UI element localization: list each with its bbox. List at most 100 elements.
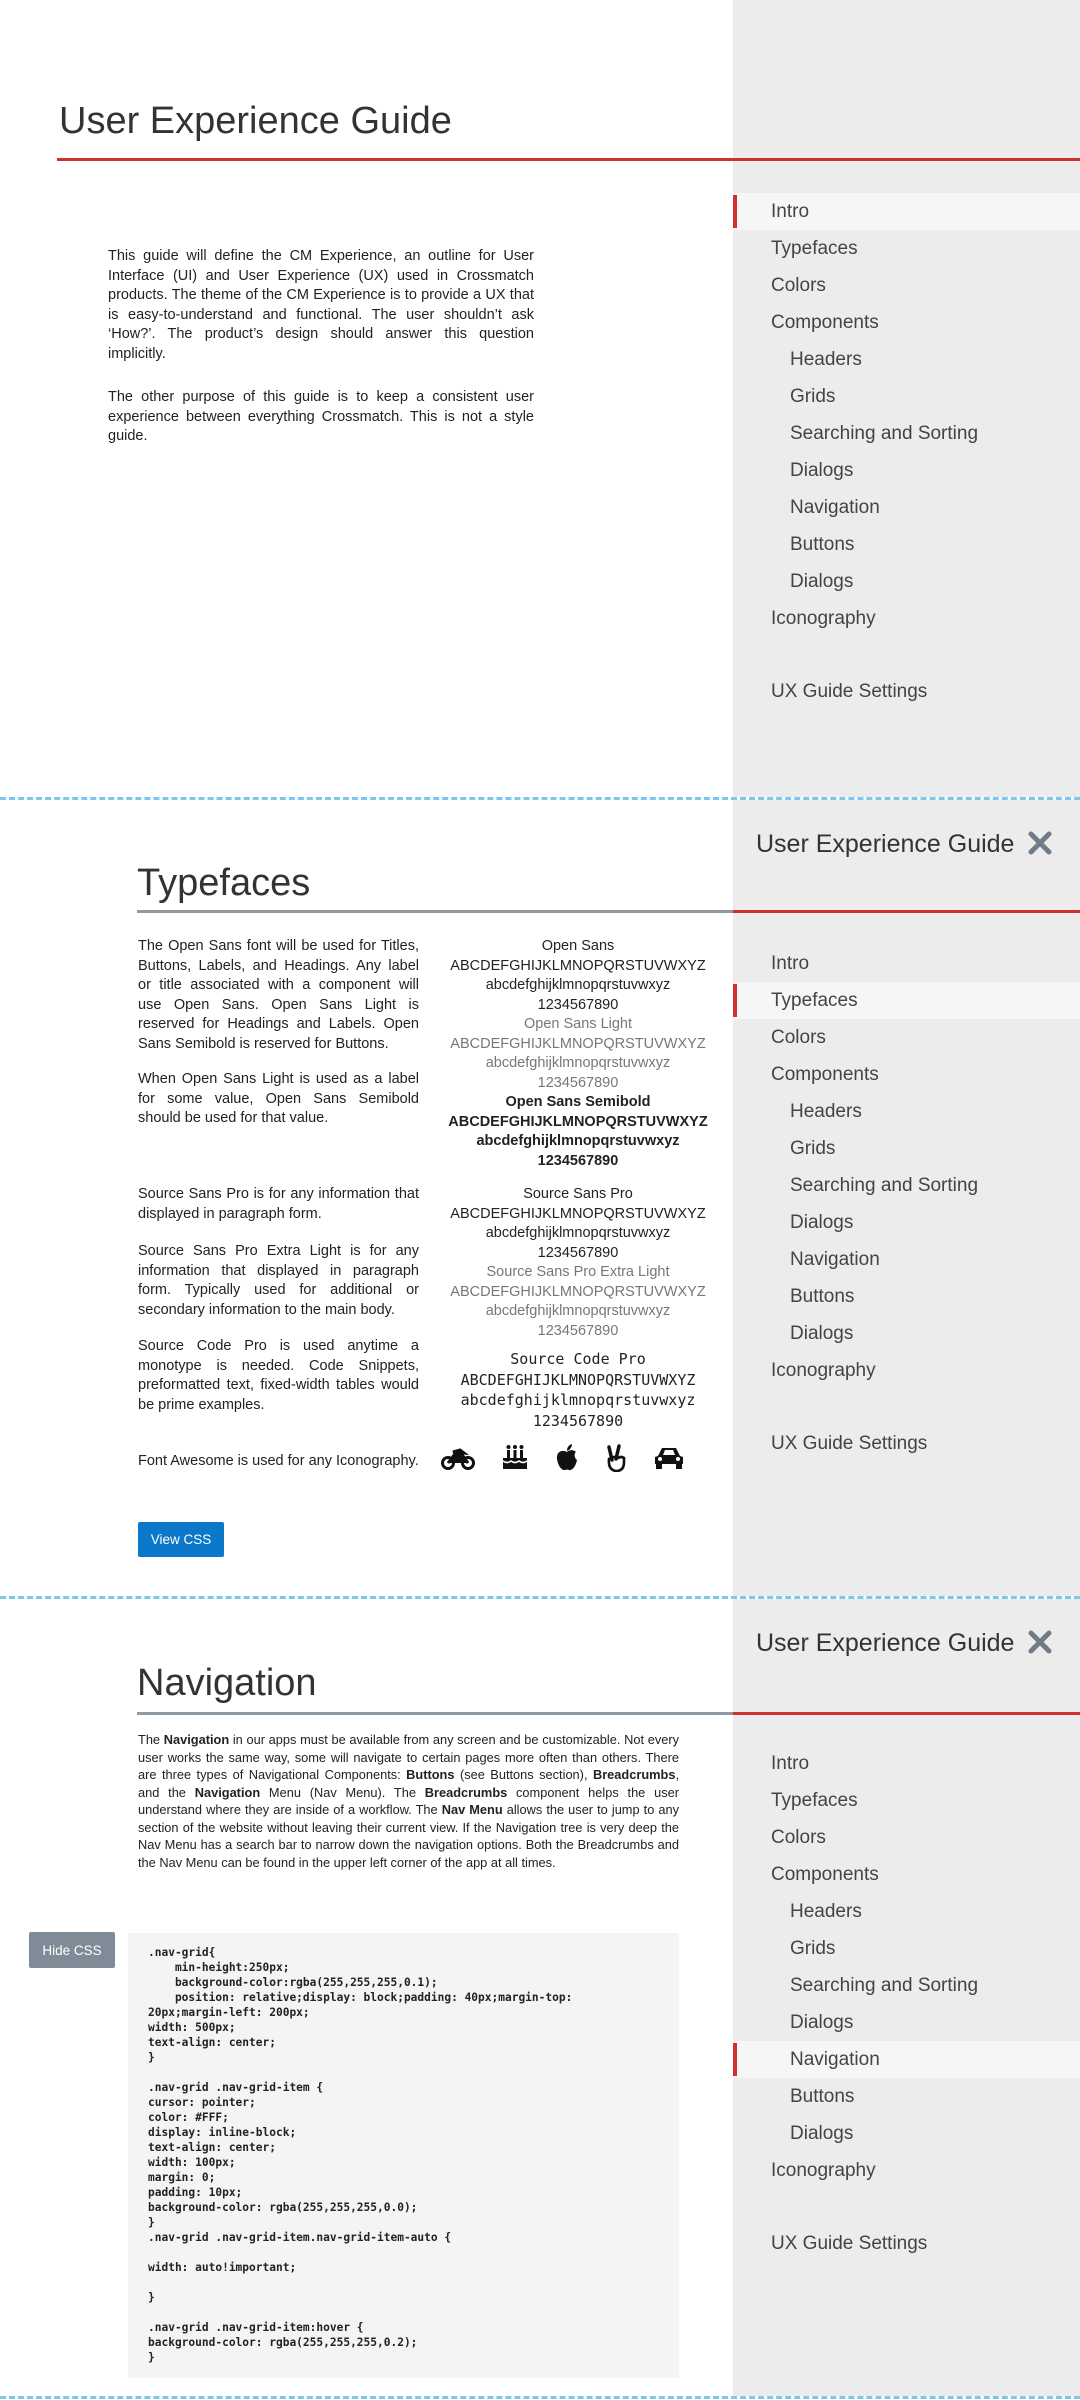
sample-sc-digits: 1234567890 — [532, 1411, 624, 1430]
sidebar: User Experience Guide Intro Typefaces Co… — [733, 800, 1080, 1596]
sidebar-item-dialogs[interactable]: Dialogs — [733, 2004, 1080, 2041]
sidebar-divider — [733, 910, 1080, 913]
car-icon — [655, 1448, 683, 1469]
sidebar-item-components[interactable]: Components — [733, 1056, 1080, 1093]
sample-ss-lowercase: abcdefghijklmnopqrstuvwxyz — [485, 1225, 671, 1241]
sidebar-nav: Intro Typefaces Colors Components Header… — [733, 193, 1080, 710]
open-sans-paragraph-1: The Open Sans font will be used for Titl… — [138, 938, 419, 1052]
sidebar-item-colors[interactable]: Colors — [733, 267, 1080, 304]
nav-bold-navigation-2: Navigation — [194, 1784, 261, 1800]
close-icon[interactable] — [1025, 828, 1055, 858]
nav-bold-breadcrumbs: Breadcrumbs — [592, 1767, 676, 1782]
sidebar-item-components[interactable]: Components — [733, 1856, 1080, 1893]
font-awesome-paragraph: Font Awesome is used for any Iconography… — [138, 1453, 419, 1469]
sidebar-divider — [733, 1712, 1080, 1715]
sidebar-item-buttons[interactable]: Buttons — [733, 1278, 1080, 1315]
close-icon[interactable] — [1025, 1627, 1055, 1657]
nav-text-5: Menu (Nav Menu). The — [260, 1784, 425, 1800]
sample-ssxl-lowercase: abcdefghijklmnopqrstuvwxyz — [485, 1303, 671, 1319]
sidebar-item-colors[interactable]: Colors — [733, 1019, 1080, 1056]
hand-peace-icon — [607, 1444, 626, 1472]
sidebar-item-navigation[interactable]: Navigation — [733, 489, 1080, 526]
sidebar-item-grids[interactable]: Grids — [733, 1930, 1080, 1967]
sample-light-uppercase: ABCDEFGHIJKLMNOPQRSTUVWXYZ — [450, 1035, 706, 1052]
open-sans-paragraph-2: When Open Sans Light is used as a label … — [138, 1071, 419, 1126]
sidebar-item-ux-settings[interactable]: UX Guide Settings — [733, 2225, 1080, 2262]
sidebar-title: User Experience Guide — [756, 830, 1015, 858]
page-title: User Experience Guide — [59, 100, 452, 142]
nav-bold-buttons: Buttons — [406, 1767, 455, 1782]
sidebar-item-intro[interactable]: Intro — [733, 945, 1080, 982]
nav-bold-navigation: Navigation — [163, 1732, 230, 1747]
sidebar-item-searching-sorting[interactable]: Searching and Sorting — [733, 1967, 1080, 2004]
sidebar-item-grids[interactable]: Grids — [733, 378, 1080, 415]
sample-ssxl-uppercase: ABCDEFGHIJKLMNOPQRSTUVWXYZ — [450, 1283, 706, 1300]
hide-css-button[interactable]: Hide CSS — [29, 1932, 115, 1968]
icon-sample-row — [441, 1444, 695, 1474]
sample-sc-lowercase: abcdefghijklmnopqrstuvwxyz — [460, 1391, 696, 1409]
heading-divider — [137, 910, 733, 913]
sample-source-sans-extra-light-name: Source Sans Pro Extra Light — [486, 1264, 670, 1280]
sidebar-item-dialogs[interactable]: Dialogs — [733, 1204, 1080, 1241]
sidebar-item-buttons[interactable]: Buttons — [733, 526, 1080, 563]
heading-divider — [137, 1712, 733, 1715]
navigation-paragraph: The Navigation in our apps must be avail… — [138, 1731, 679, 1871]
sidebar-title: User Experience Guide — [756, 1629, 1015, 1657]
sample-light-lowercase: abcdefghijklmnopqrstuvwxyz — [485, 1055, 671, 1071]
birthday-cake-icon — [502, 1445, 528, 1469]
sidebar-item-grids[interactable]: Grids — [733, 1130, 1080, 1167]
intro-paragraph-1: This guide will define the CM Experience… — [108, 248, 534, 362]
sidebar-item-colors[interactable]: Colors — [733, 1819, 1080, 1856]
sidebar-item-iconography[interactable]: Iconography — [733, 1352, 1080, 1389]
source-code-samples: Source Code Pro ABCDEFGHIJKLMNOPQRSTUVWX… — [440, 1349, 716, 1431]
motorcycle-icon — [441, 1448, 475, 1470]
sidebar-item-intro[interactable]: Intro — [733, 193, 1080, 230]
sample-open-sans-semibold-name: Open Sans Semibold — [505, 1094, 651, 1110]
sidebar-item-searching-sorting[interactable]: Searching and Sorting — [733, 415, 1080, 452]
sidebar-item-ux-settings[interactable]: UX Guide Settings — [733, 1425, 1080, 1462]
sidebar-item-typefaces[interactable]: Typefaces — [733, 230, 1080, 267]
typefaces-panel: User Experience Guide Intro Typefaces Co… — [0, 800, 1080, 1596]
title-divider — [57, 158, 1080, 161]
sidebar-item-buttons[interactable]: Buttons — [733, 2078, 1080, 2115]
sidebar-item-dialogs[interactable]: Dialogs — [733, 452, 1080, 489]
navigation-panel: User Experience Guide Intro Typefaces Co… — [0, 1599, 1080, 2396]
sidebar-item-intro[interactable]: Intro — [733, 1745, 1080, 1782]
sidebar-item-headers[interactable]: Headers — [733, 1093, 1080, 1130]
sample-open-sans-name: Open Sans — [541, 938, 615, 954]
nav-bold-breadcrumbs-2: Breadcrumbs — [424, 1784, 508, 1800]
view-css-button[interactable]: View CSS — [138, 1522, 224, 1557]
sample-lowercase: abcdefghijklmnopqrstuvwxyz — [485, 977, 671, 993]
sample-source-code-name: Source Code Pro — [510, 1350, 646, 1368]
sample-ss-uppercase: ABCDEFGHIJKLMNOPQRSTUVWXYZ — [450, 1205, 706, 1222]
sidebar-item-ux-settings[interactable]: UX Guide Settings — [733, 673, 1080, 710]
sample-open-sans-light-name: Open Sans Light — [523, 1016, 633, 1032]
sample-semibold-lowercase: abcdefghijklmnopqrstuvwxyz — [476, 1133, 680, 1149]
sidebar-item-navigation[interactable]: Navigation — [733, 1241, 1080, 1278]
sidebar-item-components[interactable]: Components — [733, 304, 1080, 341]
apple-icon — [556, 1444, 577, 1471]
open-sans-samples: Open Sans ABCDEFGHIJKLMNOPQRSTUVWXYZ abc… — [447, 937, 709, 1171]
sample-uppercase: ABCDEFGHIJKLMNOPQRSTUVWXYZ — [450, 957, 706, 974]
sidebar-item-iconography[interactable]: Iconography — [733, 2152, 1080, 2189]
sidebar-item-iconography[interactable]: Iconography — [733, 600, 1080, 637]
source-code-paragraph: Source Code Pro is used anytime a monoty… — [138, 1338, 419, 1413]
sidebar-item-searching-sorting[interactable]: Searching and Sorting — [733, 1167, 1080, 1204]
sidebar-item-headers[interactable]: Headers — [733, 1893, 1080, 1930]
source-sans-paragraph-1: Source Sans Pro is for any information t… — [138, 1186, 419, 1222]
sidebar-item-dialogs-2[interactable]: Dialogs — [733, 563, 1080, 600]
sample-semibold-uppercase: ABCDEFGHIJKLMNOPQRSTUVWXYZ — [448, 1113, 708, 1130]
intro-paragraph-2: The other purpose of this guide is to ke… — [108, 389, 534, 444]
intro-panel: Intro Typefaces Colors Components Header… — [0, 0, 1080, 797]
sidebar-item-navigation[interactable]: Navigation — [733, 2041, 1080, 2078]
sample-digits: 1234567890 — [537, 996, 619, 1013]
sample-sc-uppercase: ABCDEFGHIJKLMNOPQRSTUVWXYZ — [460, 1370, 696, 1389]
sidebar-item-dialogs-2[interactable]: Dialogs — [733, 1315, 1080, 1352]
nav-text-3: (see Buttons section), — [454, 1767, 593, 1782]
sidebar-item-headers[interactable]: Headers — [733, 341, 1080, 378]
sidebar-item-typefaces[interactable]: Typefaces — [733, 1782, 1080, 1819]
sidebar: User Experience Guide Intro Typefaces Co… — [733, 1599, 1080, 2396]
sidebar-item-typefaces[interactable]: Typefaces — [733, 982, 1080, 1019]
sidebar-item-dialogs-2[interactable]: Dialogs — [733, 2115, 1080, 2152]
sample-light-digits: 1234567890 — [537, 1074, 619, 1091]
